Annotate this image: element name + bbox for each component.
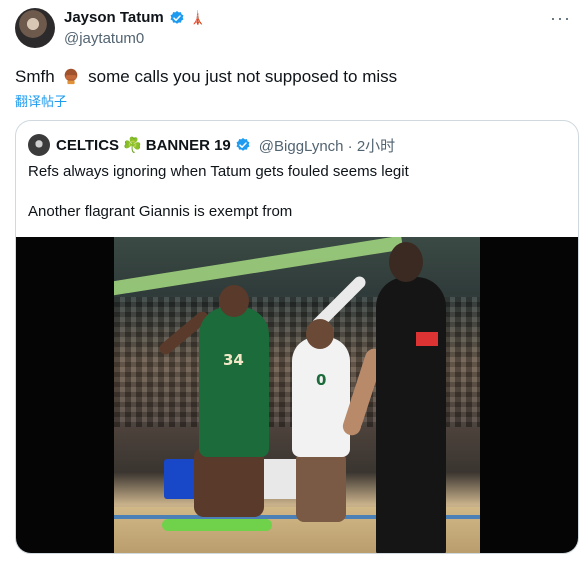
- quoted-handle-and-time[interactable]: @BiggLynch · 2小时: [259, 135, 395, 156]
- tweet-text: Smfh some calls you just not supposed to…: [15, 67, 397, 87]
- tweet-text-prefix: Smfh: [15, 67, 55, 86]
- video-frame: 34 0: [114, 237, 480, 553]
- green-player-legs: [194, 447, 264, 517]
- more-options-icon[interactable]: ···: [550, 8, 571, 29]
- white-player-jersey: 0: [292, 337, 350, 457]
- tower-emoji-icon: 🗼: [189, 9, 206, 25]
- video-player[interactable]: 34 0: [16, 237, 578, 553]
- white-jersey-number: 0: [316, 371, 327, 389]
- author-name-row: Jayson Tatum 🗼: [64, 9, 206, 26]
- quoted-author-name-part2[interactable]: BANNER 19: [146, 137, 231, 154]
- green-player-jersey: 34: [199, 307, 269, 457]
- quoted-tweet-card[interactable]: CELTICS ☘️ BANNER 19 @BiggLynch · 2小时 Re…: [15, 120, 579, 554]
- author-handle[interactable]: @jaytatum0: [64, 30, 144, 47]
- quoted-text-line1: Refs always ignoring when Tatum gets fou…: [28, 163, 409, 180]
- referee-badge: [416, 332, 438, 346]
- white-player-head: [306, 319, 334, 349]
- quoted-text-line2: Another flagrant Giannis is exempt from: [28, 203, 293, 220]
- tweet-text-suffix: some calls you just not supposed to miss: [88, 67, 398, 86]
- quoted-author-avatar[interactable]: [28, 134, 50, 156]
- verified-badge-icon: [170, 10, 184, 24]
- green-jersey-number: 34: [223, 351, 244, 369]
- shamrock-emoji-icon: ☘️: [123, 137, 142, 154]
- white-player-legs: [296, 452, 346, 522]
- author-name[interactable]: Jayson Tatum: [64, 9, 164, 26]
- referee-body: [376, 277, 446, 553]
- translate-post-link[interactable]: 翻译帖子: [15, 91, 67, 110]
- green-player-head: [219, 285, 249, 317]
- quoted-author-name-part1[interactable]: CELTICS: [56, 137, 119, 154]
- quoted-verified-badge-icon: [236, 138, 250, 151]
- referee-head: [389, 242, 423, 282]
- facepalm-emoji-icon: [65, 68, 78, 85]
- green-player-shoes: [162, 519, 272, 531]
- quoted-tweet-header: CELTICS ☘️ BANNER 19 @BiggLynch · 2小时: [28, 134, 395, 156]
- author-avatar[interactable]: [15, 8, 55, 48]
